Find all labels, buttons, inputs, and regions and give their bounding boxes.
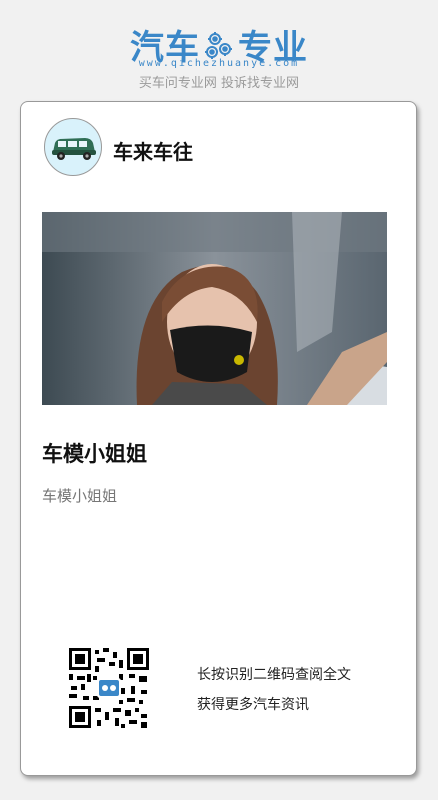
qr-code-icon[interactable] [69,648,149,728]
article-description: 车模小姐姐 [42,487,118,505]
article-title: 车模小姐姐 [42,442,147,466]
article-photo[interactable] [42,212,387,405]
photo-image [42,212,387,405]
share-card: 车来车往 车模小姐姐 车模小姐姐 长按识别二维码查阅全文 获得更多汽车资讯 [20,101,417,776]
qr-subtext: 获得更多汽车资讯 [197,697,309,713]
car-icon [52,138,96,160]
brand-header: 汽车 专业 www.qichezhuanye.com 买车问专业网 投诉找专业网 [0,0,438,100]
channel-name: 车来车往 [113,140,193,164]
brand-slogan: 买车问专业网 投诉找专业网 [138,76,300,91]
channel-avatar [44,118,102,176]
brand-url: www.qichezhuanye.com [138,58,300,69]
gear-icon [205,31,232,59]
qr-instruction: 长按识别二维码查阅全文 [197,667,351,683]
